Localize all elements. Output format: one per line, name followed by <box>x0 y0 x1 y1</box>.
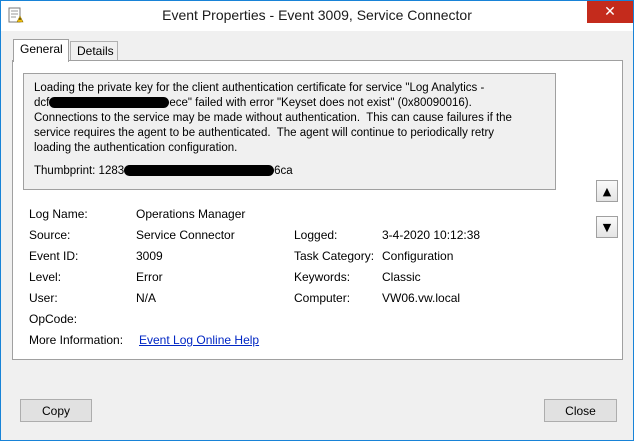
event-log-online-help-link[interactable]: Event Log Online Help <box>139 333 259 347</box>
close-button[interactable]: Close <box>544 399 617 422</box>
description-line: service requires the agent to be authent… <box>34 127 495 139</box>
logged-value: 3-4-2020 10:12:38 <box>382 228 481 242</box>
event-properties-window: Event Properties - Event 3009, Service C… <box>0 0 634 441</box>
source-value: Service Connector <box>136 228 235 242</box>
task-category-value: Configuration <box>382 249 454 263</box>
opcode-label: OpCode: <box>29 312 78 326</box>
arrow-up-icon: ▲ <box>602 184 612 198</box>
event-id-value: 3009 <box>136 249 163 263</box>
general-tab-panel: Loading the private key for the client a… <box>12 60 623 360</box>
tab-details[interactable]: Details <box>70 41 118 61</box>
logged-label: Logged: <box>294 228 338 242</box>
computer-value: VW06.vw.local <box>382 291 461 305</box>
log-name-value: Operations Manager <box>136 207 246 221</box>
arrow-down-icon: ▼ <box>602 220 612 234</box>
thumbprint: Thumbprint: 1283 6ca <box>34 165 293 177</box>
level-value: Error <box>136 270 163 284</box>
title-bar[interactable]: Event Properties - Event 3009, Service C… <box>1 1 633 31</box>
more-information-label: More Information: <box>29 333 124 347</box>
close-icon[interactable]: ✕ <box>587 1 633 23</box>
description-text: Loading the private key for the client a… <box>34 81 545 156</box>
event-id-label: Event ID: <box>29 249 79 263</box>
window-title: Event Properties - Event 3009, Service C… <box>162 7 472 23</box>
log-name-label: Log Name: <box>29 207 88 221</box>
tab-general[interactable]: General <box>13 39 69 62</box>
description-line: Loading the private key for the client a… <box>34 82 485 94</box>
source-label: Source: <box>29 228 71 242</box>
previous-event-button[interactable]: ▲ <box>596 180 618 202</box>
user-value: N/A <box>136 291 157 305</box>
copy-button[interactable]: Copy <box>20 399 92 422</box>
description-line: dcf <box>34 97 50 109</box>
level-label: Level: <box>29 270 62 284</box>
next-event-button[interactable]: ▼ <box>596 216 618 238</box>
description-line: ece" failed with error "Keyset does not … <box>169 97 472 109</box>
redaction-mark <box>49 97 170 109</box>
keywords-value: Classic <box>382 270 421 284</box>
keywords-label: Keywords: <box>294 270 351 284</box>
user-label: User: <box>29 291 58 305</box>
task-category-label: Task Category: <box>294 249 375 263</box>
description-line: loading the authentication configuration… <box>34 142 238 154</box>
description-line: Connections to the service may be made w… <box>34 112 512 124</box>
computer-label: Computer: <box>294 291 351 305</box>
event-description[interactable]: Loading the private key for the client a… <box>23 73 556 190</box>
redaction-mark <box>124 165 275 177</box>
